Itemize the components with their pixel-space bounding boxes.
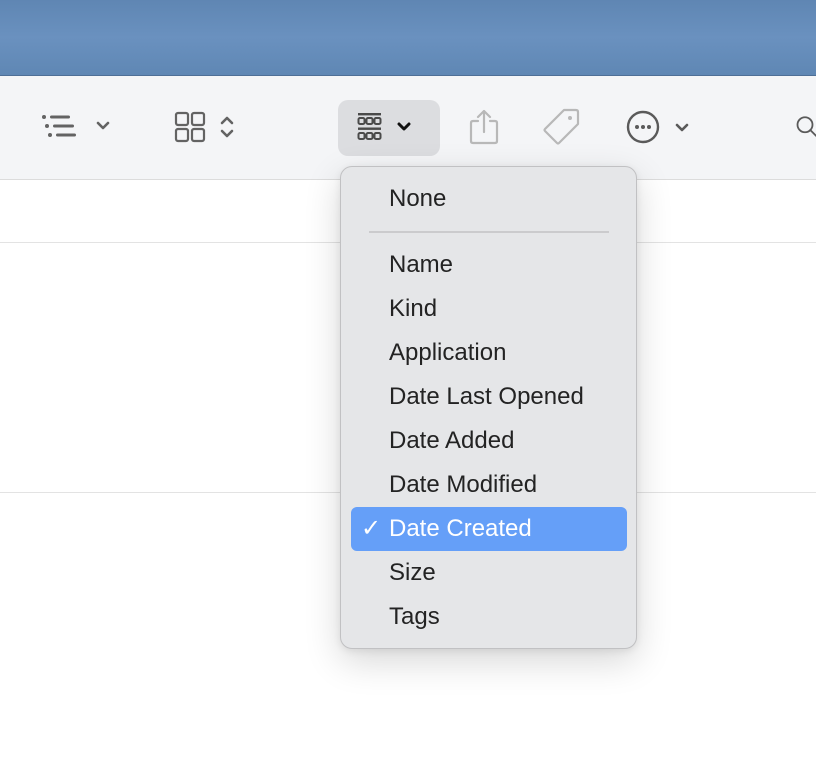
icon-view-button[interactable] <box>172 104 252 150</box>
share-icon <box>469 109 499 145</box>
more-actions-button[interactable] <box>618 104 698 150</box>
tag-button[interactable] <box>536 104 586 150</box>
menu-item-date-last-opened[interactable]: Date Last Opened <box>351 375 627 419</box>
menu-item-size[interactable]: Size <box>351 551 627 595</box>
toolbar <box>0 76 816 180</box>
menu-item-date-created[interactable]: ✓ Date Created <box>351 507 627 551</box>
chevron-down-icon <box>96 121 110 130</box>
search-button[interactable] <box>790 104 816 150</box>
chevron-down-icon <box>220 129 234 138</box>
ellipsis-circle-icon <box>626 110 689 144</box>
menu-item-date-modified[interactable]: Date Modified <box>351 463 627 507</box>
group-by-menu: None Name Kind Application Date Last Ope… <box>340 166 637 649</box>
group-by-icon <box>357 113 411 140</box>
list-view-icon <box>42 115 110 137</box>
share-button[interactable] <box>462 104 506 150</box>
menu-item-date-added[interactable]: Date Added <box>351 419 627 463</box>
chevron-down-icon <box>397 122 411 131</box>
checkmark-icon: ✓ <box>360 515 382 542</box>
chevron-up-icon <box>220 116 234 125</box>
list-view-button[interactable] <box>30 104 120 150</box>
search-icon <box>796 116 816 137</box>
tag-icon <box>543 108 580 145</box>
menu-item-tags[interactable]: Tags <box>351 595 627 639</box>
menu-item-kind[interactable]: Kind <box>351 287 627 331</box>
menu-separator <box>369 231 609 233</box>
desktop-wallpaper <box>0 0 816 76</box>
icon-grid-icon <box>174 111 234 143</box>
menu-item-name[interactable]: Name <box>351 243 627 287</box>
chevron-down-icon <box>675 123 689 132</box>
group-by-button[interactable] <box>338 100 440 156</box>
menu-item-application[interactable]: Application <box>351 331 627 375</box>
menu-item-none[interactable]: None <box>351 177 627 221</box>
